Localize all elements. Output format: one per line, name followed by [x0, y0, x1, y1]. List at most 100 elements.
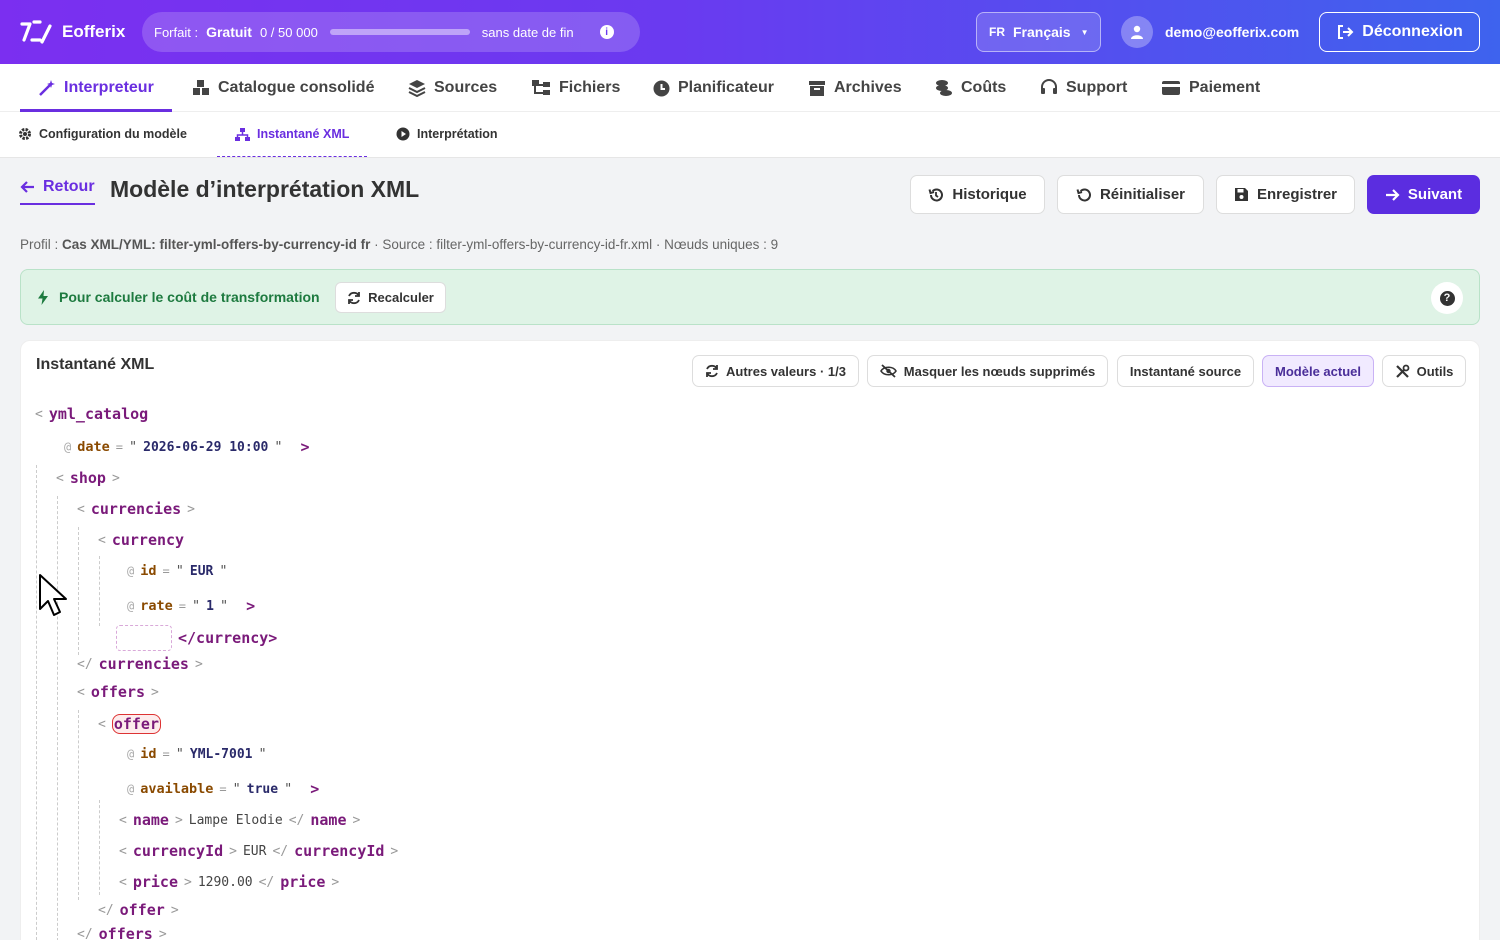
attr-name: id: [140, 746, 157, 762]
nav-item-label: Paiement: [1189, 79, 1261, 96]
tag-name: price: [132, 873, 178, 891]
refresh-icon: [348, 291, 361, 304]
history-label: Historique: [952, 186, 1027, 203]
closing-tag-name: price: [280, 873, 326, 891]
plan-end: sans date de fin: [481, 24, 574, 40]
xml-node-currencyid[interactable]: < currencyId > EUR </currencyId >: [119, 842, 398, 860]
reset-button[interactable]: Réinitialiser: [1057, 175, 1204, 214]
app-logo[interactable]: Eofferix: [20, 18, 125, 46]
tag-name-highlighted[interactable]: offer: [111, 714, 161, 734]
tag-name: yml_catalog: [48, 405, 149, 423]
recalculate-button[interactable]: Recalculer: [335, 282, 446, 313]
logo-icon: [20, 20, 52, 44]
nav-item-planificateur[interactable]: Planificateur: [653, 64, 774, 112]
boxes-icon: [193, 80, 209, 95]
xml-node-offer[interactable]: < offer: [98, 714, 161, 734]
xml-attr-rate[interactable]: @ rate = " 1 " >: [127, 597, 255, 615]
chevron-down-icon: ▼: [1080, 27, 1089, 37]
play-circle-icon: [396, 127, 410, 141]
logout-icon: [1338, 25, 1354, 39]
tab-configuration[interactable]: Configuration du modèle: [18, 112, 187, 156]
xml-node-currency[interactable]: < currency: [98, 531, 184, 549]
current-model-button[interactable]: Modèle actuel: [1262, 355, 1374, 387]
tag-name: currencies: [98, 655, 189, 673]
xml-node-currency-close[interactable]: </currency>: [116, 625, 277, 651]
xml-attr-offer-id[interactable]: @ id = " YML-7001 ": [127, 746, 267, 762]
other-values-label: Autres valeurs · 1/3: [726, 363, 846, 379]
source-snapshot-label: Instantané source: [1129, 363, 1242, 379]
tools-icon: [1395, 364, 1409, 378]
hide-deleted-button[interactable]: Masquer les nœuds supprimés: [867, 355, 1108, 387]
next-button[interactable]: Suivant: [1367, 175, 1480, 214]
nav-item-label: Planificateur: [678, 79, 775, 96]
attr-name: available: [140, 781, 214, 797]
main-nav: Interpreteur Catalogue consolidé Sources…: [0, 64, 1500, 112]
xml-node-price[interactable]: < price >1290.00 </price >: [119, 873, 339, 891]
closing-tag-name: name: [310, 811, 347, 829]
layers-icon: [408, 80, 426, 97]
attr-value: true: [246, 781, 279, 797]
attr-name: rate: [140, 598, 173, 614]
magic-wand-icon: [39, 80, 55, 96]
xml-node-offers[interactable]: < offers >: [77, 683, 159, 701]
profile-value: Cas XML/YML: filter-yml-offers-by-curren…: [62, 237, 371, 252]
tools-label: Outils: [1416, 363, 1454, 379]
repeat-icon: [706, 364, 718, 378]
nav-item-archives[interactable]: Archives: [808, 64, 902, 112]
nav-item-interpreteur[interactable]: Interpreteur: [20, 64, 172, 112]
nav-item-support[interactable]: Support: [1040, 64, 1127, 112]
xml-attr-available[interactable]: @ available = " true " >: [127, 780, 319, 798]
credit-card-icon: [1162, 81, 1180, 95]
xml-node-root[interactable]: < yml_catalog: [35, 405, 148, 423]
plan-usage-bar: [329, 29, 470, 35]
plan-name: Gratuit: [206, 24, 252, 40]
undo-icon: [1076, 188, 1091, 201]
closing-tag-name: currencyId: [294, 842, 385, 860]
xml-node-offers-close[interactable]: </offers >: [77, 925, 167, 940]
save-button[interactable]: Enregistrer: [1216, 175, 1355, 214]
profile-meta: Profil : Cas XML/YML: filter-yml-offers-…: [20, 237, 778, 252]
xml-node-shop[interactable]: < shop >: [56, 469, 120, 487]
coins-icon: [936, 80, 952, 96]
next-label: Suivant: [1407, 186, 1463, 203]
sub-nav: Configuration du modèle Instantané XML I…: [0, 112, 1500, 158]
xml-node-currencies-close[interactable]: </currencies >: [77, 655, 203, 673]
question-icon: ?: [1439, 290, 1455, 306]
nav-item-label: Catalogue consolidé: [218, 79, 375, 96]
history-icon: [928, 188, 944, 201]
history-button[interactable]: Historique: [910, 175, 1045, 214]
tab-instantane-xml[interactable]: Instantané XML: [216, 112, 368, 157]
clock-icon: [653, 80, 670, 96]
language-selector[interactable]: FR Français ▼: [976, 12, 1101, 52]
recalculate-label: Recalculer: [368, 290, 434, 305]
xml-node-name[interactable]: < name > Lampe Elodie </name >: [119, 811, 360, 829]
xml-node-currencies[interactable]: < currencies >: [77, 500, 195, 518]
tab-interpretation[interactable]: Interprétation: [396, 112, 498, 156]
tab-label: Configuration du modèle: [39, 127, 187, 141]
nav-item-paiement[interactable]: Paiement: [1161, 64, 1260, 112]
nav-item-catalogue[interactable]: Catalogue consolidé: [192, 64, 374, 112]
snapshot-title: Instantané XML: [36, 356, 155, 373]
info-icon[interactable]: i: [599, 25, 614, 39]
xml-attr-currency-id[interactable]: @ id = " EUR ": [127, 563, 228, 579]
nav-item-fichiers[interactable]: Fichiers: [531, 64, 620, 112]
save-label: Enregistrer: [1256, 186, 1338, 203]
help-button[interactable]: ?: [1431, 282, 1463, 314]
logout-button[interactable]: Déconnexion: [1319, 12, 1480, 52]
back-link[interactable]: Retour: [20, 178, 95, 205]
xml-attr-date[interactable]: @ date = " 2026-06-29 10:00 " >: [64, 438, 310, 456]
nav-item-couts[interactable]: Coûts: [935, 64, 1006, 112]
node-text: EUR: [242, 843, 267, 859]
nav-item-label: Archives: [834, 79, 902, 96]
nav-item-sources[interactable]: Sources: [408, 64, 497, 112]
attr-value: 2026-06-29 10:00: [143, 439, 269, 455]
user-menu[interactable]: demo@eofferix.com: [1121, 16, 1299, 48]
tools-button[interactable]: Outils: [1382, 355, 1466, 387]
xml-node-offer-close[interactable]: </offer >: [98, 901, 179, 919]
other-values-button[interactable]: Autres valeurs · 1/3: [692, 355, 859, 387]
source-snapshot-button[interactable]: Instantané source: [1117, 355, 1254, 387]
bolt-icon: [38, 289, 48, 305]
gear-icon: [19, 128, 31, 140]
hide-deleted-label: Masquer les nœuds supprimés: [903, 363, 1096, 379]
empty-value-slot[interactable]: [116, 625, 172, 651]
